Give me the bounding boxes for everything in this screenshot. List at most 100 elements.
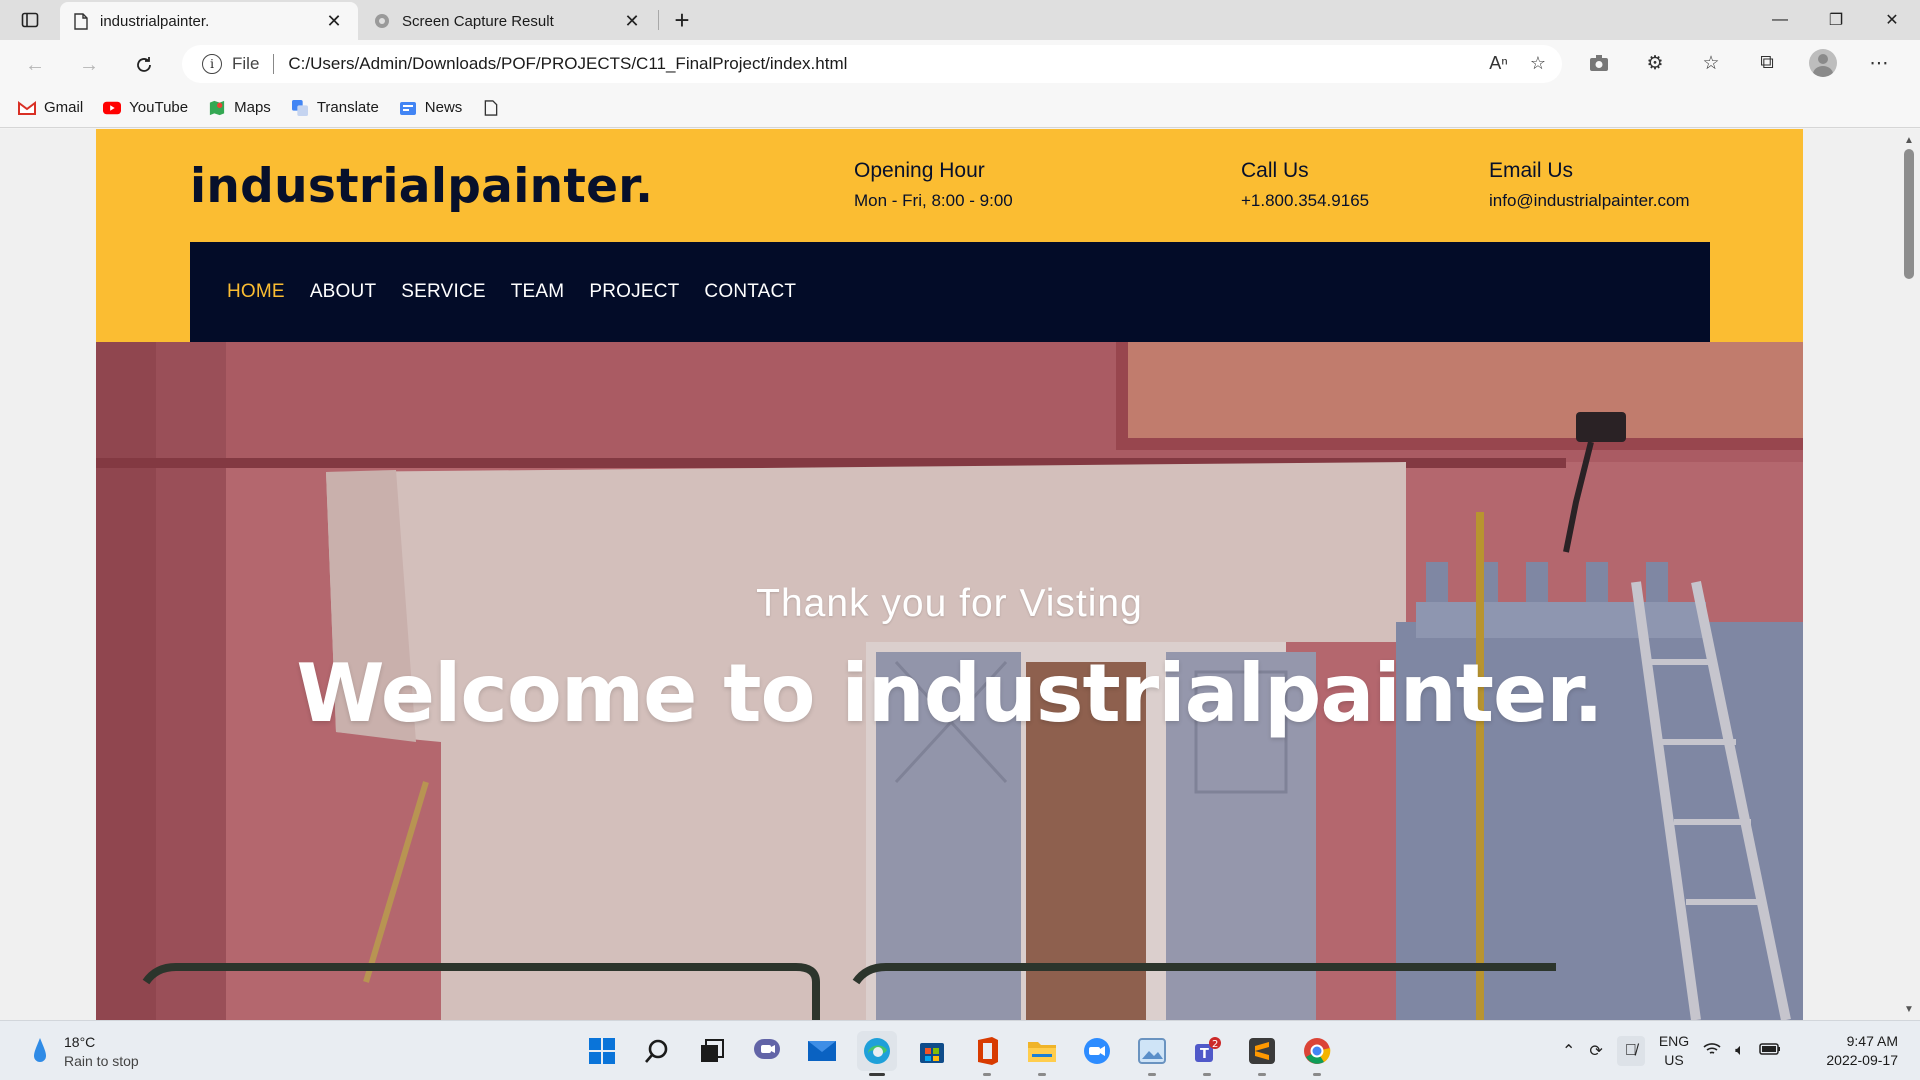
bookmark-label: YouTube	[129, 99, 189, 116]
running-indicator	[1203, 1073, 1211, 1076]
screenshot-icon[interactable]	[1584, 48, 1614, 78]
mail-icon	[808, 1041, 836, 1061]
mic-muted-icon[interactable]: 🎙̸	[1616, 1036, 1645, 1066]
back-button[interactable]: ←	[20, 50, 50, 80]
opening-hour-info: Opening Hour Mon - Fri, 8:00 - 9:00	[854, 159, 1013, 211]
hero-title: Welcome to industrialpainter.	[296, 647, 1603, 740]
extensions-icon[interactable]: ⚙	[1640, 48, 1670, 78]
refresh-button[interactable]	[129, 50, 159, 80]
bookmark-folder[interactable]	[482, 99, 500, 116]
favorites-icon[interactable]: ☆	[1696, 48, 1726, 78]
nav-team[interactable]: TEAM	[511, 281, 565, 303]
wifi-icon[interactable]	[1703, 1042, 1721, 1061]
teams-app[interactable]: T2	[1187, 1031, 1227, 1076]
url-scheme: File	[232, 54, 260, 73]
zoom-app[interactable]	[1077, 1031, 1117, 1071]
mail-app[interactable]	[802, 1031, 842, 1071]
task-view-button[interactable]	[692, 1031, 732, 1071]
chevron-up-icon[interactable]: ⌃	[1562, 1041, 1575, 1061]
address-actions: A͏ⁿ ☆	[1489, 53, 1546, 74]
site-logo[interactable]: industrialpainter.	[190, 159, 653, 214]
add-favorite-icon[interactable]: ☆	[1530, 53, 1546, 74]
photo-icon	[1138, 1038, 1166, 1064]
running-indicator	[1148, 1073, 1156, 1076]
store-app[interactable]	[912, 1031, 952, 1071]
bookmark-gmail[interactable]: Gmail	[18, 99, 83, 116]
lang-line1: ENG	[1658, 1033, 1690, 1049]
hero-section: Thank you for Visting Welcome to industr…	[96, 342, 1803, 1020]
volume-icon[interactable]: 🔈︎	[1735, 1042, 1745, 1060]
sublime-icon	[1249, 1038, 1275, 1064]
nav-contact[interactable]: CONTACT	[704, 281, 796, 303]
address-bar[interactable]: i File C:/Users/Admin/Downloads/POF/PROJ…	[182, 45, 1562, 83]
tab-screen-capture[interactable]: Screen Capture Result ✕	[360, 2, 656, 40]
forward-button[interactable]: →	[74, 50, 104, 80]
more-menu-icon[interactable]: ⋯	[1864, 48, 1894, 78]
profile-button[interactable]	[1808, 48, 1838, 78]
gmail-icon	[18, 100, 36, 115]
call-us-info: Call Us +1.800.354.9165	[1241, 159, 1369, 211]
search-icon	[645, 1039, 668, 1063]
info-value: Mon - Fri, 8:00 - 9:00	[854, 191, 1013, 210]
site-info-icon[interactable]: i	[202, 54, 222, 74]
battery-icon[interactable]	[1759, 1042, 1781, 1061]
close-window-button[interactable]: ✕	[1864, 0, 1920, 40]
scroll-thumb[interactable]	[1904, 149, 1914, 279]
nav-about[interactable]: ABOUT	[310, 281, 376, 303]
office-icon	[978, 1037, 998, 1065]
document-icon	[485, 99, 498, 116]
file-explorer-app[interactable]	[1022, 1031, 1062, 1076]
scroll-down-arrow-icon[interactable]: ▼	[1898, 1000, 1920, 1018]
address-toolbar: ← → i File C:/Users/Admin/Downloads/POF/…	[0, 40, 1920, 88]
search-button[interactable]	[637, 1031, 677, 1071]
info-title: Opening Hour	[854, 159, 985, 182]
bookmark-maps[interactable]: Maps	[208, 99, 271, 116]
collections-icon[interactable]: ⧉	[1752, 48, 1782, 78]
maps-icon	[210, 100, 225, 115]
window-controls: — ❐ ✕	[1752, 0, 1920, 40]
nav-project[interactable]: PROJECT	[589, 281, 679, 303]
system-clock[interactable]: 9:47 AM 2022-09-17	[1826, 1032, 1898, 1070]
new-tab-button[interactable]: +	[666, 4, 698, 36]
main-nav: HOME ABOUT SERVICE TEAM PROJECT CONTACT	[190, 242, 1710, 342]
info-title: Email Us	[1489, 159, 1574, 182]
read-aloud-icon[interactable]: A͏ⁿ	[1489, 53, 1508, 74]
edge-app[interactable]	[857, 1031, 897, 1076]
start-button[interactable]	[582, 1031, 622, 1071]
weather-desc: Rain to stop	[64, 1053, 139, 1069]
url-text[interactable]: C:/Users/Admin/Downloads/POF/PROJECTS/C1…	[288, 54, 847, 74]
tab-strip: industrialpainter. ✕ Screen Capture Resu…	[0, 0, 1920, 40]
bookmark-youtube[interactable]: YouTube	[103, 99, 188, 116]
hero-subtitle: Thank you for Visting	[756, 582, 1143, 625]
sublime-app[interactable]	[1242, 1031, 1282, 1076]
close-tab-icon[interactable]: ✕	[324, 11, 344, 32]
page-viewport: industrialpainter. Opening Hour Mon - Fr…	[0, 129, 1920, 1020]
info-value: +1.800.354.9165	[1241, 191, 1370, 210]
tab-industrialpainter[interactable]: industrialpainter. ✕	[60, 2, 358, 40]
sync-icon[interactable]: ⟳	[1589, 1041, 1602, 1061]
scroll-up-arrow-icon[interactable]: ▲	[1898, 131, 1920, 149]
tab-actions-button[interactable]	[16, 6, 44, 34]
teams-chat-app[interactable]	[747, 1031, 787, 1071]
photos-app[interactable]	[1132, 1031, 1172, 1076]
info-value: info@industrialpainter.com	[1489, 191, 1690, 210]
restore-button[interactable]: ❐	[1808, 0, 1864, 40]
lang-line2: US	[1664, 1052, 1684, 1068]
bookmark-translate[interactable]: Translate	[291, 99, 379, 116]
page-scrollbar[interactable]: ▲ ▼	[1898, 129, 1920, 1020]
youtube-icon	[103, 101, 122, 114]
weather-widget[interactable]: 18°C Rain to stop	[30, 1033, 139, 1071]
chat-icon	[754, 1039, 780, 1059]
office-app[interactable]	[967, 1031, 1007, 1076]
page-icon	[74, 12, 88, 30]
nav-service[interactable]: SERVICE	[401, 281, 485, 303]
nav-home[interactable]: HOME	[227, 281, 285, 303]
close-tab-icon[interactable]: ✕	[622, 11, 642, 32]
chrome-app[interactable]	[1297, 1031, 1337, 1076]
bookmark-news[interactable]: News	[399, 99, 462, 116]
minimize-button[interactable]: —	[1752, 0, 1808, 40]
tab-actions-icon	[21, 12, 39, 28]
running-indicator	[1038, 1073, 1046, 1076]
language-indicator[interactable]: ENG US	[1659, 1032, 1689, 1070]
clock-time: 9:47 AM	[1846, 1033, 1898, 1049]
